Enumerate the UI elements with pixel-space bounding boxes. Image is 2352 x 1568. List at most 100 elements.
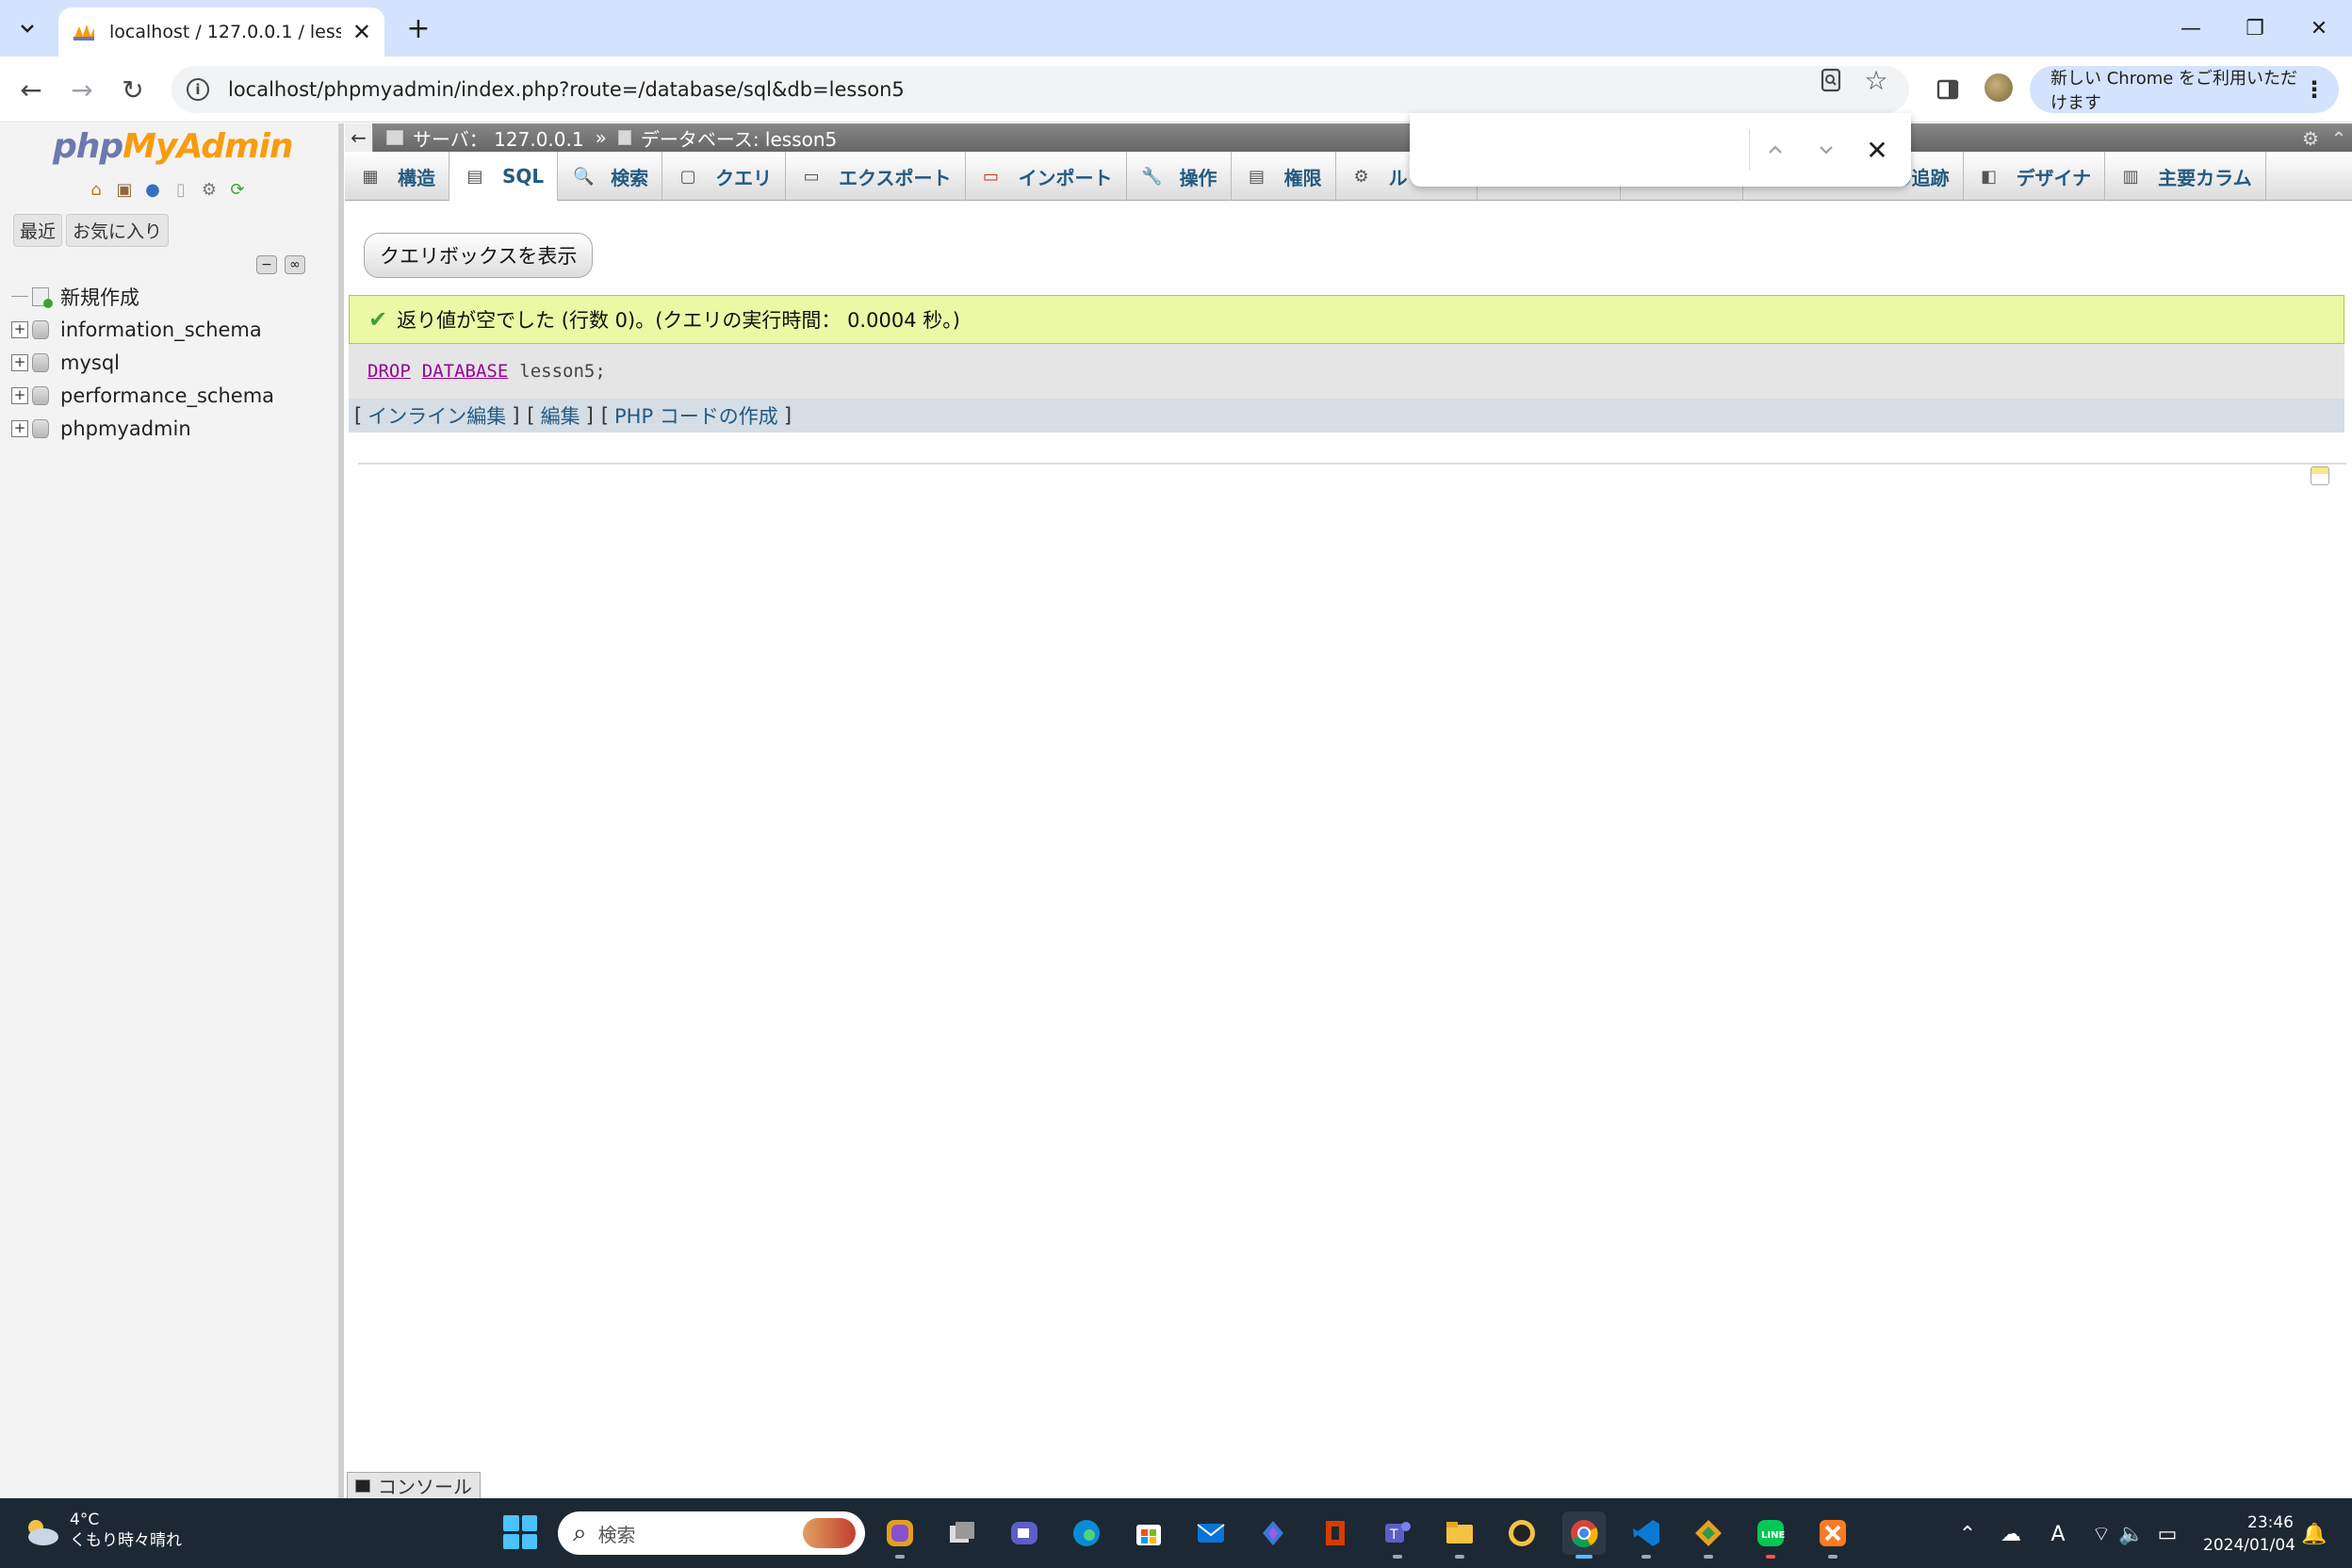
tab-operations[interactable]: 🔧 操作 bbox=[1127, 152, 1232, 201]
app-clock-icon[interactable] bbox=[1500, 1511, 1544, 1555]
tree-item-information-schema[interactable]: + information_schema bbox=[11, 313, 274, 346]
tab-close-icon[interactable]: ✕ bbox=[352, 19, 371, 45]
wifi-icon[interactable]: ⌔ bbox=[2086, 1521, 2116, 1547]
tree-item-performance-schema[interactable]: + performance_schema bbox=[11, 379, 274, 412]
meet-icon[interactable] bbox=[1003, 1511, 1046, 1555]
xampp-icon[interactable] bbox=[1811, 1511, 1854, 1559]
favorites-tab[interactable]: お気に入り bbox=[66, 214, 170, 247]
docs-icon[interactable]: ▯ bbox=[170, 178, 192, 201]
settings-gear-icon[interactable]: ⚙ bbox=[2299, 127, 2322, 150]
bookmark-star-icon[interactable]: ☆ bbox=[1860, 64, 1892, 96]
breadcrumb-server-label[interactable]: サーバ： 127.0.0.1 bbox=[413, 124, 584, 152]
more-menu-icon[interactable]: ⋮ bbox=[2303, 76, 2326, 103]
find-input[interactable] bbox=[1427, 131, 1738, 169]
task-view-icon[interactable] bbox=[940, 1511, 984, 1555]
sql-keyword-drop[interactable]: DROP bbox=[368, 361, 411, 382]
forward-button[interactable]: → bbox=[62, 70, 102, 109]
tree-item-mysql[interactable]: + mysql bbox=[11, 346, 274, 379]
link-with-main-icon[interactable]: ∞ bbox=[285, 255, 305, 274]
tab-structure[interactable]: ▦ 構造 bbox=[345, 152, 449, 201]
close-window-button[interactable]: ✕ bbox=[2295, 11, 2343, 45]
console-toggle[interactable]: コンソール bbox=[347, 1472, 481, 1498]
store-icon[interactable] bbox=[1127, 1511, 1170, 1555]
chrome-update-button[interactable]: 新しい Chrome をご利用いただけます ⋮ bbox=[2030, 66, 2339, 113]
notification-bell-icon[interactable]: 🔔 bbox=[2299, 1521, 2329, 1547]
git-tool-icon[interactable] bbox=[1687, 1511, 1730, 1559]
expand-icon[interactable]: + bbox=[11, 353, 28, 371]
nav-resize-handle[interactable] bbox=[338, 123, 344, 1498]
create-php-code-link[interactable]: PHP コードの作成 bbox=[614, 401, 778, 430]
find-previous-button[interactable] bbox=[1750, 124, 1801, 175]
restore-button[interactable]: ❐ bbox=[2231, 11, 2278, 45]
expand-icon[interactable]: + bbox=[11, 419, 28, 437]
find-page-icon[interactable] bbox=[1815, 64, 1847, 96]
volume-icon[interactable]: 🔈 bbox=[2116, 1521, 2147, 1547]
tab-central-columns[interactable]: ▥ 主要カラム bbox=[2105, 152, 2266, 201]
toggle-navigation-arrow-icon[interactable]: ← bbox=[345, 123, 373, 152]
find-close-button[interactable]: ✕ bbox=[1852, 124, 1903, 175]
taskbar-clock[interactable]: 23:46 2024/01/04 bbox=[2203, 1511, 2295, 1557]
find-next-button[interactable] bbox=[1801, 124, 1852, 175]
back-button[interactable]: ← bbox=[11, 70, 51, 109]
tab-export[interactable]: ▭ エクスポート bbox=[786, 152, 966, 201]
recent-tab[interactable]: 最近 bbox=[13, 214, 63, 247]
line-icon[interactable]: LINE bbox=[1749, 1511, 1792, 1559]
expand-icon[interactable]: + bbox=[11, 320, 28, 338]
reload-button[interactable]: ↻ bbox=[113, 70, 153, 109]
breadcrumb-database-label[interactable]: データベース: lesson5 bbox=[641, 124, 837, 152]
tab-query[interactable]: ▢ クエリ bbox=[662, 152, 787, 201]
address-url[interactable]: localhost/phpmyadmin/index.php?route=/da… bbox=[228, 78, 905, 101]
weather-widget[interactable]: 4°C くもり時々晴れ bbox=[23, 1510, 182, 1551]
file-explorer-icon[interactable] bbox=[1438, 1511, 1481, 1559]
page-settings-icon[interactable] bbox=[2311, 466, 2329, 485]
logout-icon[interactable]: ▣ bbox=[113, 178, 136, 201]
tree-item-label[interactable]: mysql bbox=[60, 351, 120, 374]
mail-icon[interactable] bbox=[1189, 1511, 1233, 1555]
tab-import[interactable]: ▭ インポート bbox=[966, 152, 1127, 201]
office-icon[interactable] bbox=[1314, 1511, 1357, 1555]
tree-item-label[interactable]: performance_schema bbox=[60, 384, 274, 407]
address-bar[interactable]: i localhost/phpmyadmin/index.php?route=/… bbox=[172, 66, 1909, 113]
battery-icon[interactable]: ▭ bbox=[2152, 1521, 2182, 1547]
tree-item-new[interactable]: 新規作成 bbox=[11, 280, 274, 313]
show-query-box-button[interactable]: クエリボックスを表示 bbox=[364, 233, 594, 278]
taskbar-search[interactable]: ⌕ 検索 bbox=[558, 1511, 865, 1555]
edge-icon[interactable] bbox=[1065, 1511, 1108, 1555]
sql-keyword-database[interactable]: DATABASE bbox=[422, 361, 509, 382]
help-icon[interactable]: ● bbox=[141, 178, 164, 201]
power-automate-icon[interactable] bbox=[1251, 1511, 1295, 1555]
reload-nav-icon[interactable]: ⟳ bbox=[226, 178, 249, 201]
side-panel-icon[interactable] bbox=[1932, 74, 1964, 106]
settings-gear-icon[interactable]: ⚙ bbox=[198, 178, 220, 201]
chrome-icon[interactable] bbox=[1562, 1511, 1606, 1559]
ime-icon[interactable]: A bbox=[2043, 1521, 2073, 1547]
tree-item-label[interactable]: phpmyadmin bbox=[60, 417, 191, 440]
home-icon[interactable]: ⌂ bbox=[85, 178, 107, 201]
tab-search-button[interactable] bbox=[9, 11, 45, 45]
tab-privileges[interactable]: ▤ 権限 bbox=[1232, 152, 1336, 201]
copilot-icon[interactable] bbox=[878, 1511, 922, 1559]
collapse-all-icon[interactable]: − bbox=[256, 255, 277, 274]
inline-edit-link[interactable]: インライン編集 bbox=[368, 401, 506, 430]
tab-designer[interactable]: ◧ デザイナ bbox=[1964, 152, 2106, 201]
collapse-top-icon[interactable]: ⌃ bbox=[2328, 127, 2350, 150]
start-windows-icon[interactable] bbox=[503, 1515, 537, 1549]
expand-icon[interactable]: + bbox=[11, 386, 28, 404]
minimize-button[interactable]: — bbox=[2167, 11, 2214, 45]
tab-search[interactable]: 🔍 検索 bbox=[558, 152, 663, 201]
browser-tab-active[interactable]: localhost / 127.0.0.1 / lesson5 | ✕ bbox=[58, 8, 384, 57]
site-info-icon[interactable]: i bbox=[187, 78, 209, 101]
teams-icon[interactable]: T bbox=[1376, 1511, 1419, 1559]
new-tab-button[interactable]: + bbox=[400, 11, 437, 45]
onedrive-icon[interactable]: ☁ bbox=[1996, 1521, 2026, 1547]
show-hidden-icons-chevron-icon[interactable]: ⌃ bbox=[1952, 1521, 1983, 1547]
tree-item-label[interactable]: information_schema bbox=[60, 318, 262, 341]
tree-item-label[interactable]: 新規作成 bbox=[60, 283, 139, 311]
breadcrumb-database[interactable]: データベース: lesson5 bbox=[617, 124, 837, 152]
vscode-icon[interactable] bbox=[1625, 1511, 1668, 1559]
profile-avatar[interactable] bbox=[1984, 74, 2013, 102]
pma-logo[interactable]: phpMyAdmin bbox=[53, 127, 293, 166]
breadcrumb-server[interactable]: サーバ： 127.0.0.1 bbox=[386, 124, 584, 152]
edit-link[interactable]: 編集 bbox=[541, 401, 580, 430]
tab-sql[interactable]: ▤ SQL bbox=[449, 152, 559, 201]
